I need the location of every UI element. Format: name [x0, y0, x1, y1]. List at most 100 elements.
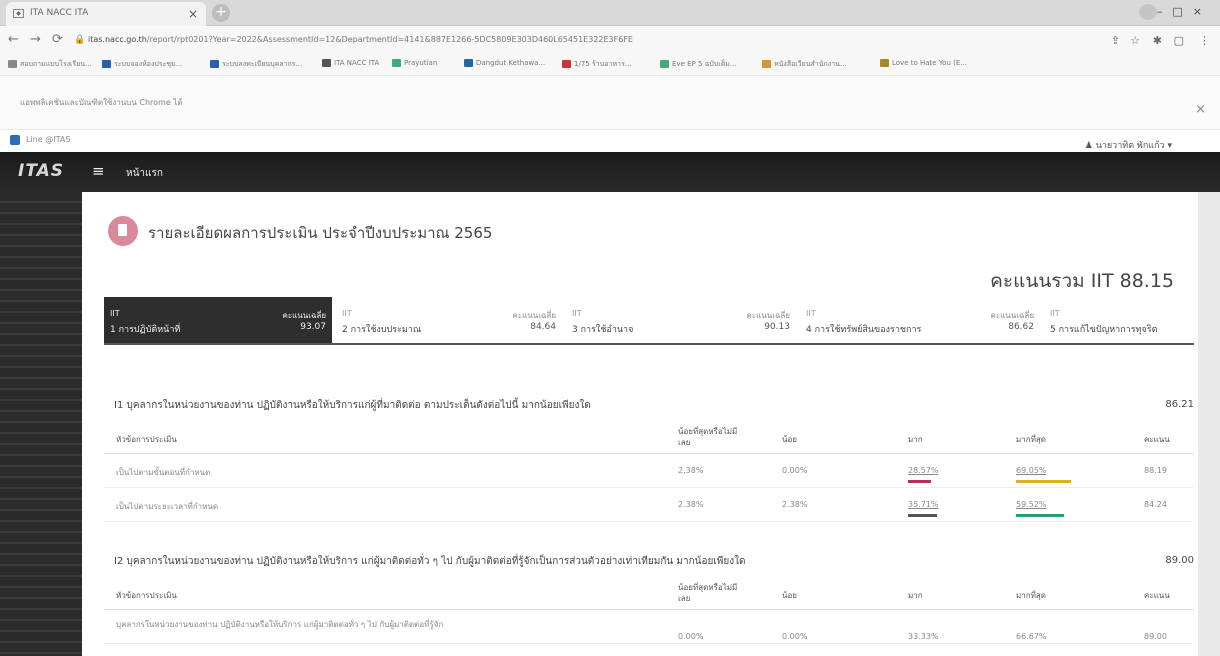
lock-icon: 🔒 — [74, 35, 86, 45]
category-avg: 86.62 — [1008, 322, 1034, 332]
row-least: 2.38% — [678, 466, 704, 475]
close-window-icon[interactable]: × — [1193, 5, 1212, 18]
bookmark-item[interactable]: Prayutian — [392, 59, 437, 67]
section-title: I1 บุคลากรในหน่วยงานของท่าน ปฏิบัติงานหร… — [114, 400, 591, 411]
site-topbar: Line @ITAS ♟ นายวาทิต พักแก้ว ▾ — [0, 130, 1220, 152]
section-i1: I1 บุคลากรในหน่วยงานของท่าน ปฏิบัติงานหร… — [104, 398, 1194, 538]
bookmark-item[interactable]: ระบบจองห้องประชุม... — [102, 59, 182, 70]
new-tab-button[interactable]: + — [212, 4, 230, 22]
category-code: IIT — [110, 309, 120, 318]
category-code: IIT — [342, 309, 352, 318]
browser-tab-strip: ◆ ITA NACC ITA × + –□× — [0, 0, 1220, 26]
profile-icon[interactable] — [1138, 4, 1157, 20]
url-host: itas.nacc.go.th — [88, 35, 147, 44]
forward-icon[interactable]: → — [30, 32, 41, 47]
back-icon[interactable]: ← — [8, 32, 19, 47]
avg-label: คะแนนเฉลี่ย — [512, 311, 556, 320]
category-avg: 84.64 — [530, 322, 556, 332]
close-tab-icon[interactable]: × — [188, 7, 198, 21]
row-topic: บุคลากรในหน่วยงานของท่าน ปฏิบัติงานหรือใ… — [116, 620, 444, 629]
minimize-icon[interactable]: – — [1157, 5, 1173, 18]
col-most: มากที่สุด — [1016, 435, 1046, 444]
section-score: 89.00 — [1165, 555, 1194, 566]
table-row: บุคลากรในหน่วยงานของท่าน ปฏิบัติงานหรือใ… — [104, 610, 1194, 644]
user-menu[interactable]: ♟ นายวาทิต พักแก้ว ▾ — [1085, 138, 1172, 152]
row-score: 89.00 — [1144, 632, 1167, 641]
tab-category-1[interactable]: IIT คะแนนเฉลี่ย 1 การปฏิบัติหน้าที่ 93.0… — [104, 297, 332, 343]
itas-logo[interactable]: ITAS — [18, 161, 64, 181]
main-content: รายละเอียดผลการประเมิน ประจำปีงบประมาณ 2… — [82, 192, 1198, 656]
bookmark-item[interactable]: สอบถามแบบโรงเรียน... — [8, 59, 92, 70]
table-header: หัวข้อการประเมิน น้อยที่สุดหรือไม่มีเลย … — [104, 420, 1194, 454]
category-name: 1 การปฏิบัติหน้าที่ — [110, 325, 181, 335]
category-avg: 93.07 — [300, 322, 326, 332]
tab-category-2[interactable]: IIT คะแนนเฉลี่ย 2 การใช้งบประมาณ 84.64 — [336, 297, 562, 343]
hamburger-menu-icon[interactable]: ≡ — [92, 162, 105, 180]
line-link[interactable]: Line @ITAS — [26, 135, 70, 144]
category-avg: 90.13 — [764, 322, 790, 332]
more-menu-icon[interactable]: ⋮ — [1199, 34, 1210, 47]
row-least: 0.00% — [678, 632, 704, 641]
browser-tab[interactable]: ◆ ITA NACC ITA × — [6, 2, 206, 26]
row-little: 0.00% — [782, 632, 808, 641]
reload-icon[interactable]: ⟳ — [52, 32, 63, 47]
much-bar — [908, 480, 931, 483]
row-much: 35.71% — [908, 500, 939, 509]
extensions-icon[interactable]: ✱ — [1153, 34, 1162, 47]
sidepanel-icon[interactable]: ▢ — [1174, 34, 1184, 47]
category-code: IIT — [1050, 309, 1060, 318]
col-score: คะแนน — [1144, 435, 1170, 444]
col-least: น้อยที่สุดหรือไม่มีเลย — [678, 427, 738, 447]
avg-label: คะแนนเฉลี่ย — [746, 311, 790, 320]
bookmark-item[interactable]: Dangdut Kethawa... — [464, 59, 545, 67]
app-header: ITAS ≡ หน้าแรก — [0, 152, 1220, 192]
table-header: หัวข้อการประเมิน น้อยที่สุดหรือไม่มีเลย … — [104, 576, 1194, 610]
window-controls: –□× — [1138, 4, 1212, 20]
tab-category-5[interactable]: IIT 5 การแก้ไขปัญหาการทุจริต — [1044, 297, 1194, 343]
row-much: 33.33% — [908, 632, 939, 641]
share-icon[interactable]: ⇪ — [1111, 34, 1120, 47]
category-name: 3 การใช้อำนาจ — [572, 325, 634, 335]
row-little: 2.38% — [782, 500, 808, 509]
avg-label: คะแนนเฉลี่ย — [990, 311, 1034, 320]
info-bar: แอพพลิเคชันและบัณฑิตใช้งานบน Chrome ได้ … — [0, 76, 1220, 130]
close-icon[interactable]: × — [1195, 102, 1206, 117]
total-score: คะแนนรวม IIT 88.15 — [990, 270, 1174, 292]
bookmark-item[interactable]: ITA NACC ITA — [322, 59, 379, 67]
col-topic: หัวข้อการประเมิน — [116, 591, 177, 600]
col-most: มากที่สุด — [1016, 591, 1046, 600]
row-score: 88.19 — [1144, 466, 1167, 475]
section-score: 86.21 — [1165, 399, 1194, 410]
much-bar — [908, 514, 937, 517]
bookmark-item[interactable]: หนังสือเวียนสำนักงาน... — [762, 59, 847, 70]
home-link[interactable]: หน้าแรก — [126, 166, 163, 181]
info-message: แอพพลิเคชันและบัณฑิตใช้งานบน Chrome ได้ — [20, 98, 183, 107]
bookmarks-bar: สอบถามแบบโรงเรียน... ระบบจองห้องประชุม..… — [0, 54, 1220, 76]
page-title: รายละเอียดผลการประเมิน ประจำปีงบประมาณ 2… — [148, 224, 493, 242]
browser-tab-title: ITA NACC ITA — [30, 8, 89, 18]
line-icon — [10, 135, 20, 145]
bookmark-item[interactable]: 1/75 ร้านอาหาร... — [562, 59, 632, 70]
url-field[interactable]: itas.nacc.go.th/report/rpt0201?Year=2022… — [88, 35, 633, 44]
bookmark-item[interactable]: Love to Hate You (E... — [880, 59, 967, 67]
category-tabs: IIT คะแนนเฉลี่ย 1 การปฏิบัติหน้าที่ 93.0… — [104, 297, 1194, 345]
most-bar — [1016, 514, 1064, 517]
row-score: 84.24 — [1144, 500, 1167, 509]
category-name: 4 การใช้ทรัพย์สินของราชการ — [806, 325, 922, 335]
row-most: 69.05% — [1016, 466, 1047, 475]
col-little: น้อย — [782, 591, 797, 600]
col-little: น้อย — [782, 435, 797, 444]
scrollbar[interactable] — [1198, 192, 1220, 656]
category-name: 2 การใช้งบประมาณ — [342, 325, 422, 335]
avg-label: คะแนนเฉลี่ย — [282, 311, 326, 320]
row-little: 0.00% — [782, 466, 808, 475]
tab-category-4[interactable]: IIT คะแนนเฉลี่ย 4 การใช้ทรัพย์สินของราชก… — [800, 297, 1040, 343]
maximize-icon[interactable]: □ — [1172, 5, 1192, 18]
col-much: มาก — [908, 591, 923, 600]
section-i2: I2 บุคลากรในหน่วยงานของท่าน ปฏิบัติงานหร… — [104, 554, 1194, 656]
star-icon[interactable]: ☆ — [1130, 34, 1140, 47]
bookmark-item[interactable]: ระบบลงทะเบียนบุคลากร... — [210, 59, 302, 70]
tab-category-3[interactable]: IIT คะแนนเฉลี่ย 3 การใช้อำนาจ 90.13 — [566, 297, 796, 343]
bookmark-item[interactable]: Eve EP 5 ฉบับเต็ม... — [660, 59, 737, 70]
col-much: มาก — [908, 435, 923, 444]
